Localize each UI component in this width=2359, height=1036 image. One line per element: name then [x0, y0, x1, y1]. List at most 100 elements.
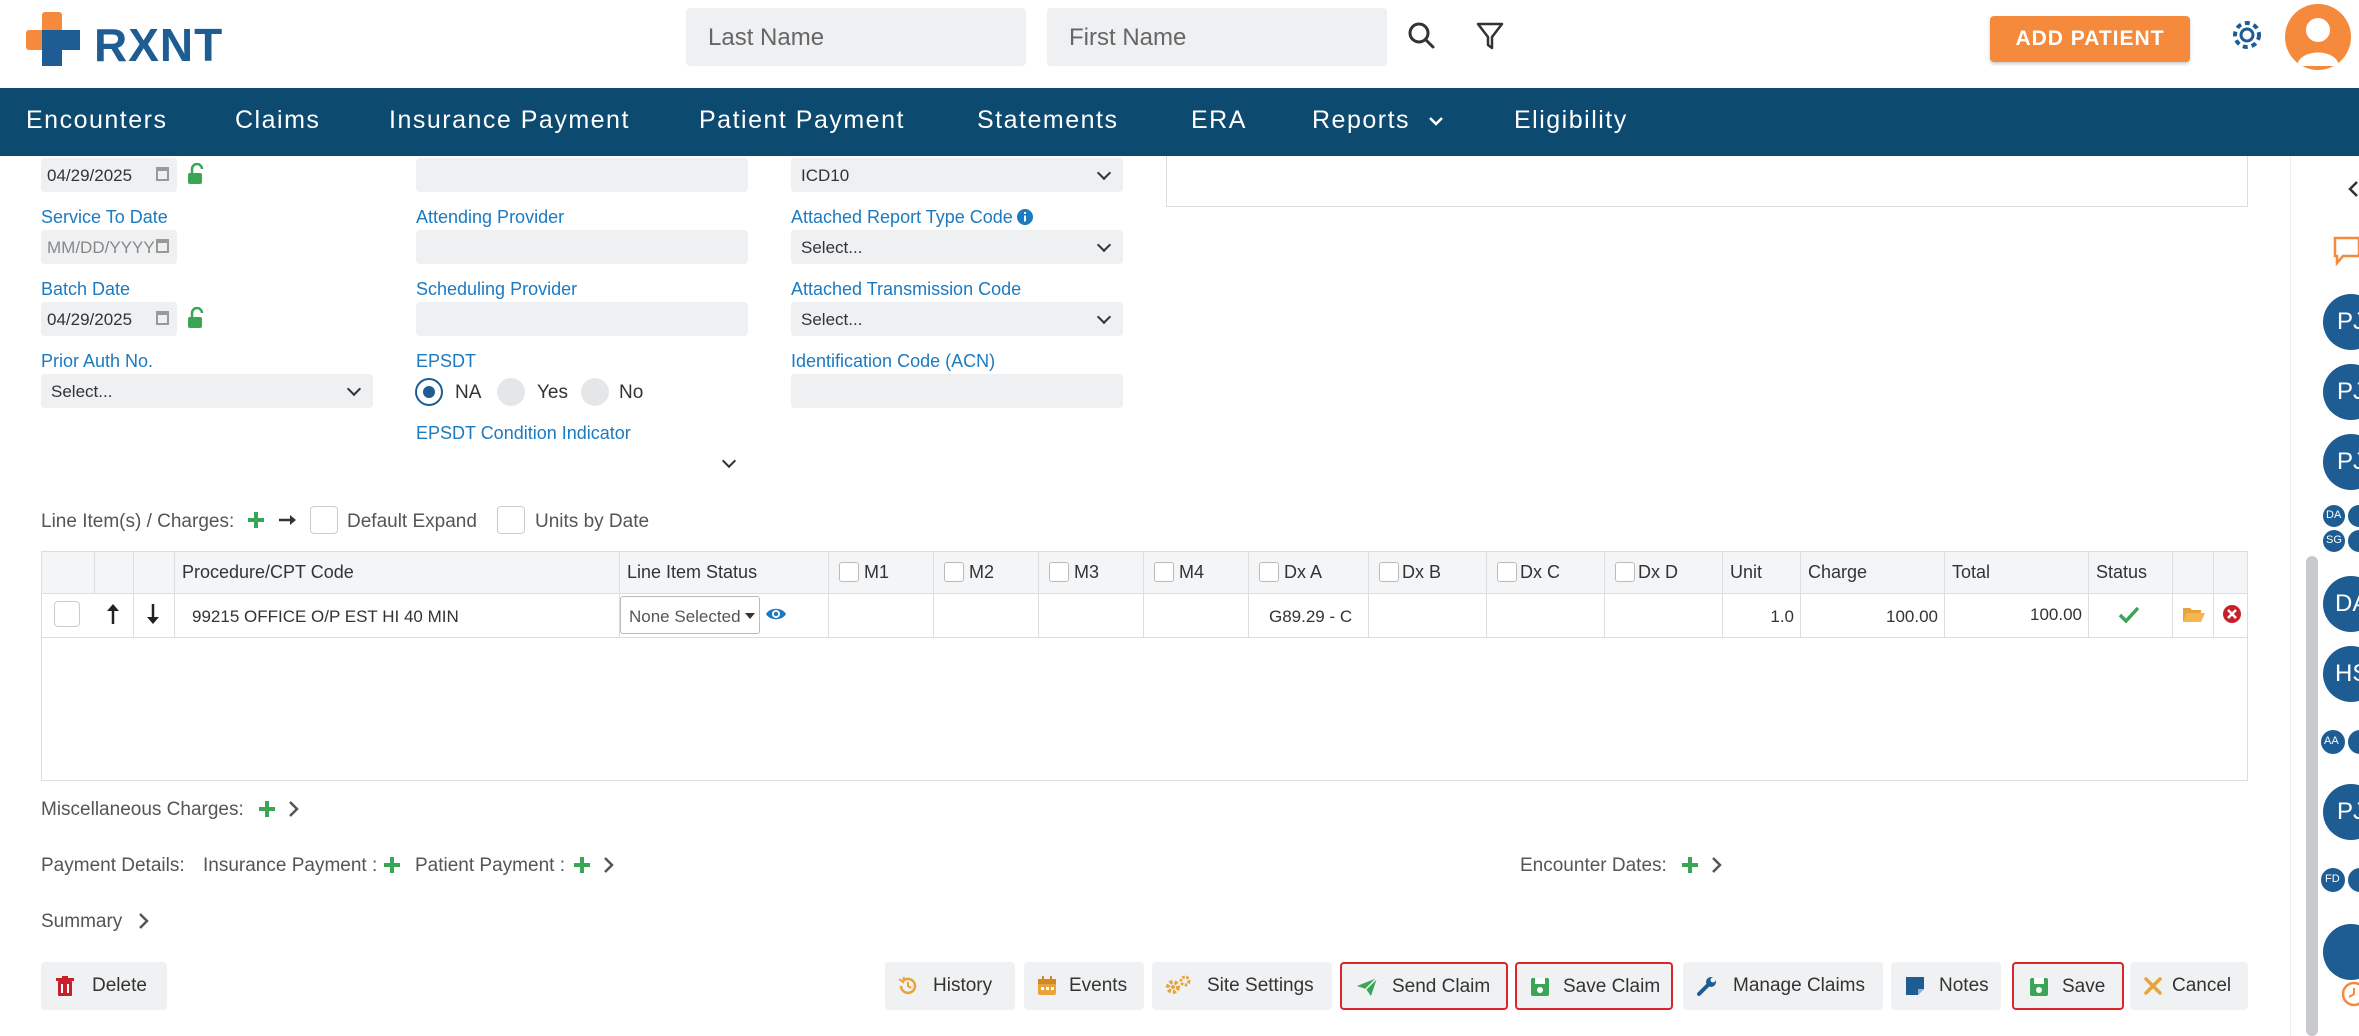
delete-row-icon[interactable]	[2222, 604, 2242, 624]
rail-avatar-small[interactable]: DA	[2323, 505, 2345, 527]
unlock-icon[interactable]	[185, 163, 207, 185]
clock-icon[interactable]	[2340, 980, 2359, 1008]
chevron-right-icon[interactable]	[138, 912, 150, 930]
row-charge[interactable]: 100.00	[1808, 607, 1938, 627]
arrow-right-icon[interactable]	[278, 513, 298, 527]
eye-icon[interactable]	[765, 606, 787, 622]
add-misc-charge-icon[interactable]	[258, 800, 276, 818]
units-by-date-checkbox[interactable]	[497, 506, 525, 534]
dx-a-checkbox[interactable]	[1259, 562, 1279, 582]
save-button[interactable]: Save	[2012, 962, 2124, 1010]
manage-claims-button[interactable]: Manage Claims	[1683, 962, 1883, 1010]
add-line-item-icon[interactable]	[247, 511, 265, 529]
last-name-input[interactable]: Last Name	[686, 8, 1026, 66]
row-procedure[interactable]: 99215 OFFICE O/P EST HI 40 MIN	[192, 607, 459, 627]
user-avatar-icon	[2297, 18, 2339, 66]
line-item-status-select[interactable]: None Selected	[620, 596, 760, 634]
filter-icon[interactable]	[1470, 16, 1510, 56]
table-row[interactable]: 99215 OFFICE O/P EST HI 40 MIN None Sele…	[42, 594, 2247, 638]
m1-checkbox[interactable]	[839, 562, 859, 582]
dx-d-checkbox[interactable]	[1615, 562, 1635, 582]
nav-reports[interactable]: Reports	[1312, 106, 1410, 135]
table-header	[42, 552, 2247, 594]
referring-provider-field[interactable]	[416, 158, 748, 192]
nav-claims[interactable]: Claims	[235, 106, 320, 135]
cancel-button[interactable]: Cancel	[2130, 962, 2248, 1010]
scrollbar[interactable]	[2306, 556, 2318, 1036]
save-claim-button[interactable]: Save Claim	[1515, 962, 1673, 1010]
info-icon[interactable]	[1016, 208, 1034, 226]
rail-avatar-small[interactable]: FD	[2321, 868, 2345, 892]
service-from-date-field[interactable]: 04/29/2025	[41, 158, 177, 192]
chevron-right-icon[interactable]	[1711, 856, 1723, 874]
rxnt-logo[interactable]: RXNT	[26, 12, 236, 71]
row-unit[interactable]: 1.0	[1732, 607, 1794, 627]
chevron-down-icon[interactable]	[1428, 116, 1444, 128]
calendar-icon[interactable]	[156, 239, 169, 253]
add-patient-payment-icon[interactable]	[573, 856, 591, 874]
send-claim-button[interactable]: Send Claim	[1340, 962, 1508, 1010]
site-settings-button[interactable]: Site Settings	[1152, 962, 1332, 1010]
chat-icon[interactable]	[2333, 236, 2359, 266]
collapse-rail-icon[interactable]	[2348, 180, 2359, 198]
delete-button[interactable]: Delete	[41, 962, 167, 1010]
move-down-icon[interactable]	[146, 603, 160, 625]
notes-button[interactable]: Notes	[1891, 962, 2001, 1010]
report-type-select[interactable]: Select...	[791, 230, 1123, 264]
dx-c-checkbox[interactable]	[1497, 562, 1517, 582]
m2-checkbox[interactable]	[944, 562, 964, 582]
batch-date-label: Batch Date	[41, 279, 131, 299]
chevron-right-icon[interactable]	[288, 800, 300, 818]
transmission-code-select[interactable]: Select...	[791, 302, 1123, 336]
calendar-icon[interactable]	[156, 311, 169, 325]
user-avatar[interactable]	[2285, 4, 2351, 70]
service-to-date-field[interactable]: MM/DD/YYYY	[41, 230, 177, 264]
folder-open-icon[interactable]	[2182, 605, 2206, 623]
nav-eligibility[interactable]: Eligibility	[1514, 106, 1628, 135]
m3-checkbox[interactable]	[1049, 562, 1069, 582]
m4-checkbox[interactable]	[1154, 562, 1174, 582]
summary-label[interactable]: Summary	[41, 911, 122, 933]
dx-b-checkbox[interactable]	[1379, 562, 1399, 582]
nav-patient-payment[interactable]: Patient Payment	[699, 106, 905, 135]
epsdt-no-radio[interactable]	[581, 378, 609, 406]
row-dx-a[interactable]: G89.29 - C	[1269, 607, 1364, 627]
rail-avatar-small[interactable]: SG	[2323, 530, 2345, 552]
prior-auth-select[interactable]: Select...	[41, 374, 373, 408]
history-button-label: History	[933, 975, 993, 996]
claim-notes-box[interactable]	[1166, 156, 2248, 207]
paper-plane-icon	[1357, 977, 1378, 996]
nav-encounters[interactable]: Encounters	[26, 106, 167, 135]
attending-provider-field[interactable]	[416, 230, 748, 264]
nav-era[interactable]: ERA	[1191, 106, 1247, 135]
move-up-icon[interactable]	[106, 603, 120, 625]
save-claim-button-label: Save Claim	[1563, 976, 1661, 997]
add-patient-button[interactable]: ADD PATIENT	[1990, 16, 2190, 62]
add-encounter-date-icon[interactable]	[1681, 856, 1699, 874]
nav-insurance-payment[interactable]: Insurance Payment	[389, 106, 630, 135]
search-icon[interactable]	[1402, 16, 1442, 56]
add-insurance-payment-icon[interactable]	[383, 856, 401, 874]
row-select-checkbox[interactable]	[54, 601, 80, 627]
acn-field[interactable]	[791, 374, 1123, 408]
history-button[interactable]: History	[885, 962, 1015, 1010]
epsdt-na-radio[interactable]	[415, 378, 443, 406]
gear-icon[interactable]	[2230, 18, 2264, 52]
batch-date-field[interactable]: 04/29/2025	[41, 302, 177, 336]
unlock-icon[interactable]	[185, 307, 207, 329]
service-to-date-label: Service To Date	[41, 207, 168, 227]
first-name-input[interactable]: First Name	[1047, 8, 1387, 66]
calendar-icon[interactable]	[156, 167, 169, 181]
rail-avatar-small[interactable]: AA	[2321, 730, 2345, 754]
sticky-note-icon	[1906, 977, 1924, 995]
events-button[interactable]: Events	[1024, 962, 1144, 1010]
default-expand-checkbox[interactable]	[310, 506, 338, 534]
epsdt-condition-select[interactable]	[416, 446, 748, 480]
nav-statements[interactable]: Statements	[977, 106, 1118, 135]
icd-version-select[interactable]: ICD10	[791, 158, 1123, 192]
calendar-icon	[1038, 976, 1056, 995]
scheduling-provider-field[interactable]	[416, 302, 748, 336]
chevron-right-icon[interactable]	[603, 856, 615, 874]
col-dx-b: Dx B	[1402, 562, 1442, 582]
epsdt-yes-radio[interactable]	[497, 378, 525, 406]
